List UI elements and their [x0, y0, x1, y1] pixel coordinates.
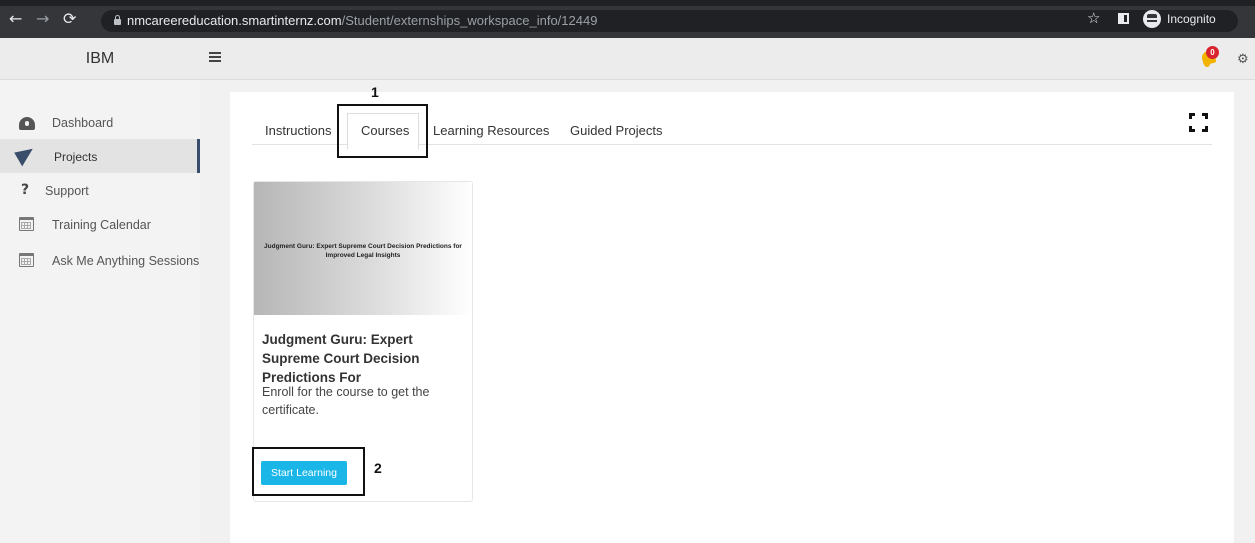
address-bar[interactable]: nmcareereducation.smartinternz.com/Stude… [101, 10, 1238, 32]
tab-learning-resources[interactable]: Learning Resources [433, 123, 549, 138]
bookmark-star-icon[interactable]: ☆ [1087, 10, 1100, 26]
notification-badge: 0 [1206, 46, 1219, 59]
annotation-box-courses [337, 104, 428, 158]
app-header: IBM [0, 38, 1255, 80]
url-path: /Student/externships_workspace_info/1244… [341, 13, 598, 28]
incognito-indicator[interactable]: Incognito [1140, 9, 1236, 29]
sidebar-item-dashboard[interactable]: Dashboard [0, 107, 200, 141]
brand-logo[interactable]: IBM [0, 38, 200, 80]
browser-tabstrip [0, 0, 1255, 6]
dashboard-icon [19, 117, 35, 130]
sidebar-item-label: Support [45, 184, 89, 198]
sidebar: Dashboard Projects ? Support Training Ca… [0, 81, 200, 543]
sidebar-item-training-calendar[interactable]: Training Calendar [0, 209, 200, 243]
annotation-step-2: 2 [374, 460, 382, 476]
sidebar-item-projects[interactable]: Projects [0, 139, 200, 173]
side-panel-icon[interactable] [1118, 13, 1129, 24]
course-thumbnail[interactable]: Judgment Guru: Expert Supreme Court Deci… [254, 182, 472, 315]
paper-plane-icon [14, 143, 38, 167]
calendar-icon [19, 217, 34, 231]
question-icon: ? [20, 182, 30, 198]
fullscreen-icon[interactable] [1189, 113, 1208, 132]
url-text[interactable]: nmcareereducation.smartinternz.com/Stude… [127, 13, 597, 28]
settings-gear-icon[interactable]: ⚙ [1237, 53, 1249, 66]
incognito-label: Incognito [1167, 12, 1216, 26]
forward-icon[interactable]: → [36, 11, 49, 27]
browser-toolbar: ← → ⟳ nmcareereducation.smartinternz.com… [0, 0, 1255, 38]
calendar-icon [19, 253, 34, 267]
tab-guided-projects[interactable]: Guided Projects [570, 123, 663, 138]
course-title[interactable]: Judgment Guru: Expert Supreme Court Deci… [262, 330, 470, 387]
url-host: nmcareereducation.smartinternz.com [127, 13, 342, 28]
annotation-box-start-learning [252, 447, 365, 496]
annotation-step-1: 1 [371, 84, 379, 100]
incognito-icon [1143, 10, 1161, 28]
sidebar-item-label: Dashboard [52, 116, 114, 130]
sidebar-item-ask-me-anything[interactable]: Ask Me Anything Sessions [0, 245, 200, 279]
course-description: Enroll for the course to get the certifi… [262, 385, 430, 417]
sidebar-item-label: Projects [54, 150, 98, 164]
sidebar-item-support[interactable]: ? Support [0, 175, 200, 209]
sidebar-item-label: Training Calendar [52, 218, 151, 232]
thumbnail-caption: Judgment Guru: Expert Supreme Court Deci… [264, 243, 462, 259]
hamburger-menu-icon[interactable] [209, 52, 221, 62]
back-icon[interactable]: ← [9, 11, 22, 27]
sidebar-item-label: Ask Me Anything Sessions [52, 254, 200, 268]
lock-icon[interactable] [114, 15, 121, 25]
reload-icon[interactable]: ⟳ [63, 11, 76, 27]
tab-instructions[interactable]: Instructions [265, 123, 331, 138]
